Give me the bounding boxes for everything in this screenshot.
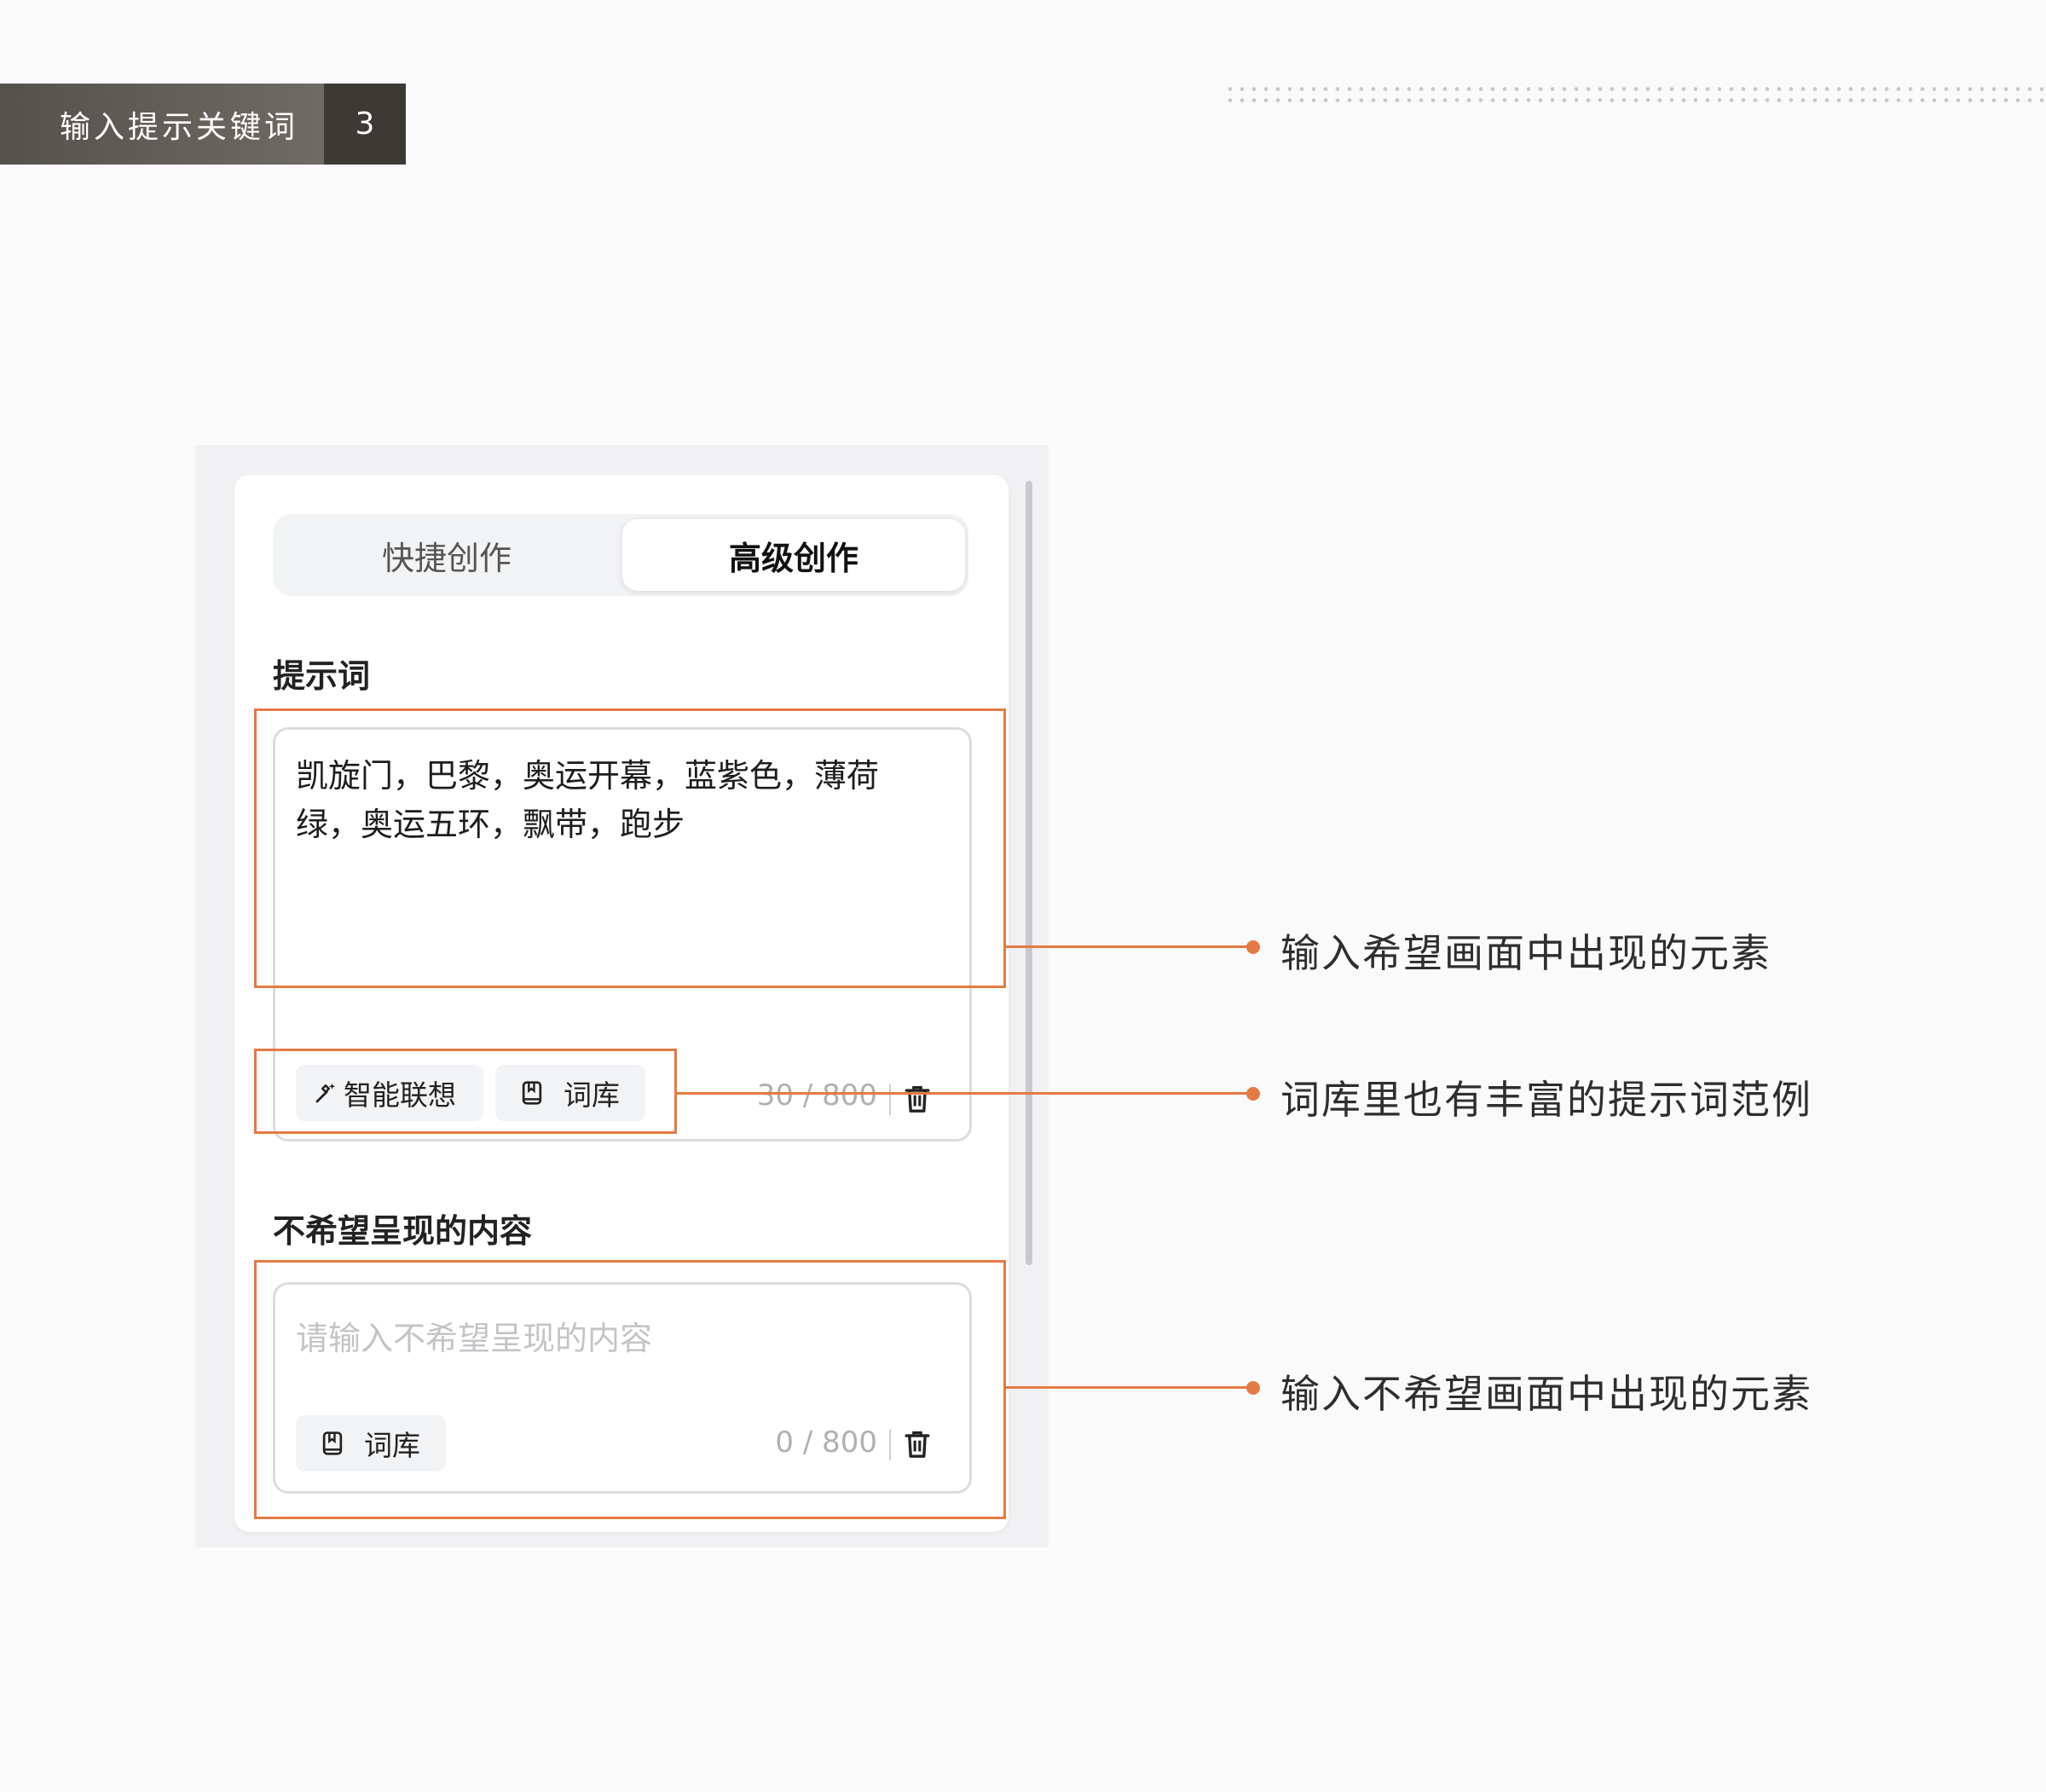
connector-line xyxy=(677,1092,1253,1095)
prompt-char-counter: 30 / 800 xyxy=(756,1078,877,1113)
step-title: 输入提示关键词 xyxy=(0,84,324,165)
page: 输入提示关键词 3 快捷创作 高级创作 提示词 凯旋门，巴黎，奥运开幕，蓝紫色，… xyxy=(0,0,2046,1792)
mode-tabs: 快捷创作 高级创作 xyxy=(273,514,968,596)
tab-advanced-create[interactable]: 高级创作 xyxy=(622,519,965,591)
prompt-section-title: 提示词 xyxy=(273,657,371,695)
trash-icon[interactable] xyxy=(903,1083,932,1115)
negative-section-title: 不希望呈现的内容 xyxy=(273,1212,533,1250)
connector-dot xyxy=(1246,1381,1260,1395)
tab-quick-create[interactable]: 快捷创作 xyxy=(273,514,621,596)
annotation-2: 词库里也有丰富的提示词范例 xyxy=(1280,1077,1812,1123)
scrollbar[interactable] xyxy=(1026,481,1032,1265)
annotation-1: 输入希望画面中出现的元素 xyxy=(1280,930,1771,976)
connector-line xyxy=(1006,1386,1253,1389)
highlight-chips xyxy=(254,1049,677,1134)
step-header: 输入提示关键词 3 xyxy=(0,84,406,165)
dotted-divider xyxy=(1224,84,2046,104)
annotation-3: 输入不希望画面中出现的元素 xyxy=(1280,1371,1812,1417)
connector-dot xyxy=(1246,1087,1260,1101)
highlight-prompt-box xyxy=(254,708,1006,988)
highlight-negative-box xyxy=(254,1260,1006,1519)
counter-separator xyxy=(889,1084,891,1115)
connector-dot xyxy=(1246,940,1260,954)
connector-line xyxy=(1006,945,1253,948)
step-number: 3 xyxy=(324,84,406,165)
